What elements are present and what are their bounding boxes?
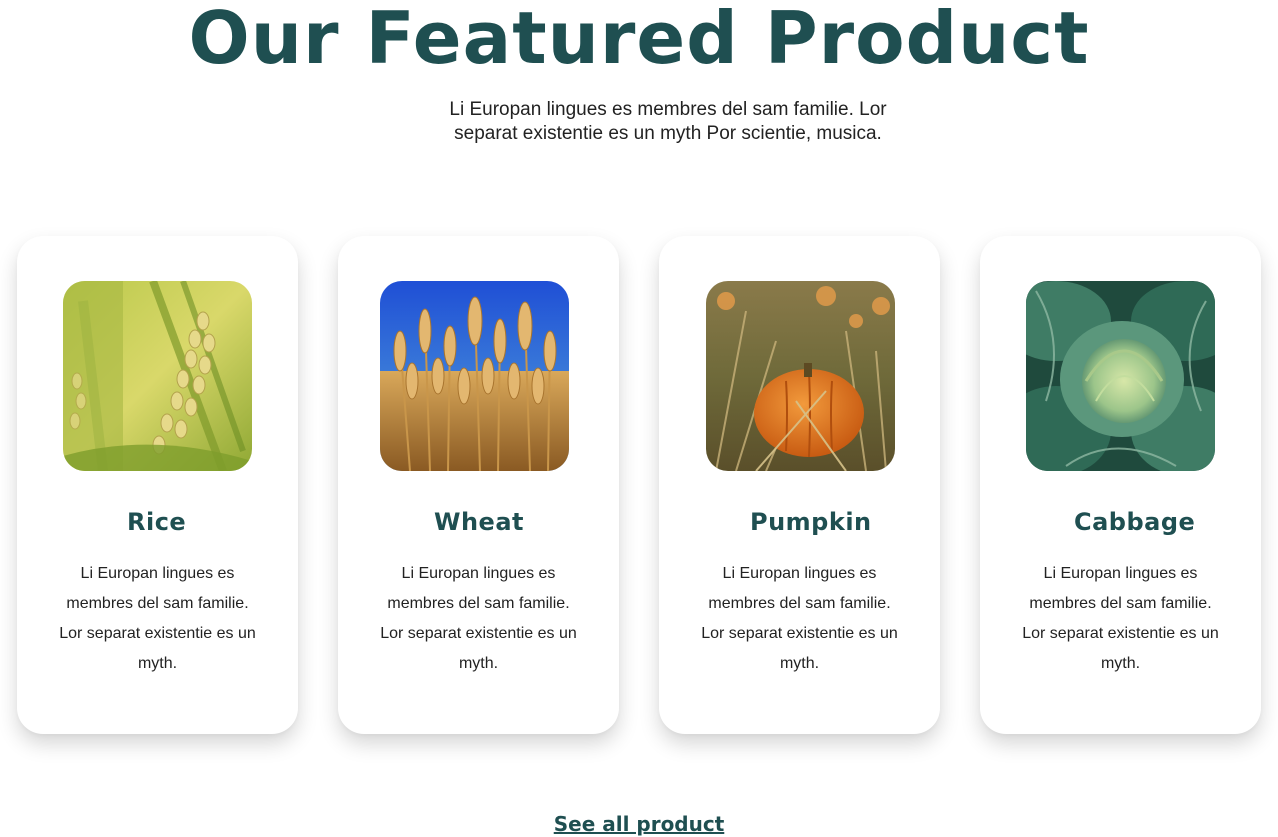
product-description: Li Europan lingues es membres del sam fa…: [701, 565, 898, 672]
product-name: Wheat: [434, 508, 525, 536]
product-description: Li Europan lingues es membres del sam fa…: [59, 565, 256, 672]
product-name: Cabbage: [1074, 508, 1196, 536]
product-card-cabbage[interactable]: Cabbage Li Europan lingues es membres de…: [980, 236, 1261, 734]
pumpkin-image: [706, 281, 895, 471]
product-name: Pumpkin: [750, 508, 872, 536]
section-subtitle: Li Europan lingues es membres del sam fa…: [449, 99, 887, 144]
section-title: Our Featured Product: [188, 0, 1090, 80]
rice-image: [63, 281, 252, 471]
product-card-pumpkin[interactable]: Pumpkin Li Europan lingues es membres de…: [659, 236, 940, 734]
wheat-image: [380, 281, 569, 471]
cabbage-image: [1026, 281, 1215, 471]
product-card-wheat[interactable]: Wheat Li Europan lingues es membres del …: [338, 236, 619, 734]
product-name: Rice: [127, 508, 187, 536]
see-all-products-link[interactable]: See all product: [0, 812, 1278, 836]
product-description: Li Europan lingues es membres del sam fa…: [1022, 565, 1219, 672]
product-card-rice[interactable]: Rice Li Europan lingues es membres del s…: [17, 236, 298, 734]
product-description: Li Europan lingues es membres del sam fa…: [380, 565, 577, 672]
